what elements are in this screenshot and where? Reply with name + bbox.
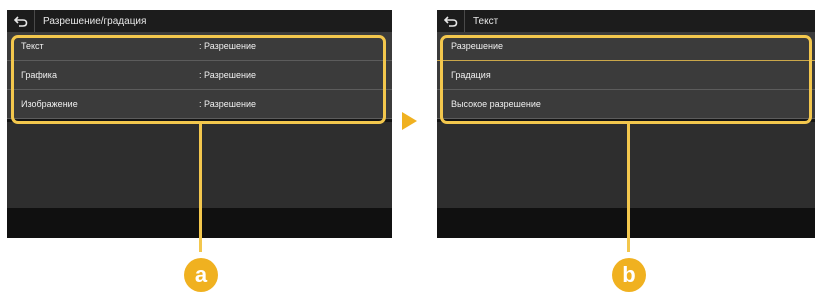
back-button[interactable] [7, 10, 35, 32]
back-button[interactable] [437, 10, 465, 32]
title-bar: Текст [437, 10, 815, 32]
title-bar: Разрешение/градация [7, 10, 392, 32]
back-arrow-icon [13, 15, 27, 27]
callout-marker-b: b [612, 258, 646, 292]
bottom-bar [437, 208, 815, 238]
back-arrow-icon [443, 15, 457, 27]
empty-list-area [437, 122, 815, 208]
screen-title: Разрешение/градация [43, 15, 147, 27]
callout-line-b [627, 124, 630, 252]
callout-line-a [199, 124, 202, 252]
highlight-frame-b [440, 35, 812, 124]
next-step-arrow-icon [402, 112, 417, 130]
highlight-frame-a [11, 35, 386, 124]
callout-marker-a: a [184, 258, 218, 292]
screen-title: Текст [473, 15, 499, 27]
